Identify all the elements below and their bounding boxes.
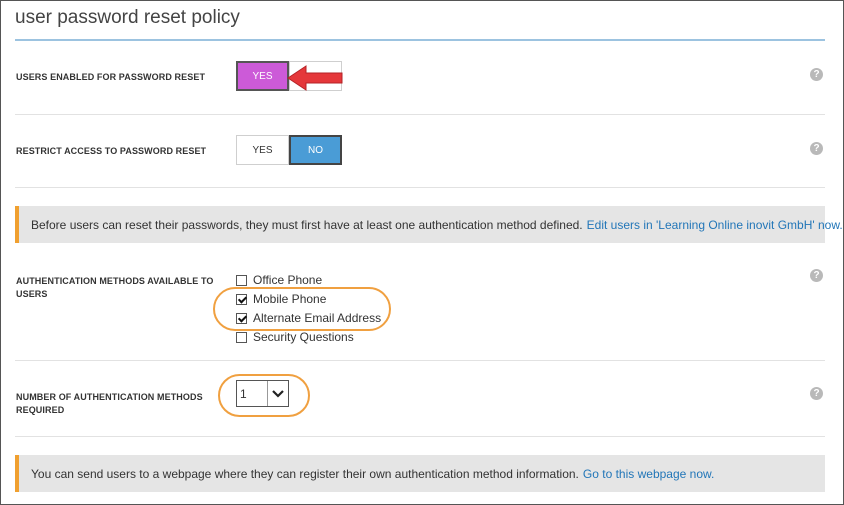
restrict-access-toggle[interactable]: YES NO (236, 135, 342, 165)
divider (15, 187, 825, 188)
highlight-oval (213, 287, 391, 331)
num-methods-label: NUMBER OF AUTHENTICATION METHODS REQUIRE… (16, 392, 203, 415)
info-banner-auth-required: Before users can reset their passwords, … (15, 206, 843, 243)
divider (15, 114, 825, 115)
checkbox-icon[interactable] (236, 331, 247, 343)
checkbox-icon[interactable] (236, 274, 247, 286)
restrict-access-label: RESTRICT ACCESS TO PASSWORD RESET (16, 146, 207, 156)
banner-text: You can send users to a webpage where th… (31, 466, 579, 481)
banner-text: Before users can reset their passwords, … (31, 217, 583, 232)
help-icon[interactable]: ? (810, 387, 823, 400)
checkbox-label: Office Phone (253, 273, 323, 287)
divider (15, 436, 825, 437)
page-title: user password reset policy (15, 7, 240, 28)
help-icon[interactable]: ? (810, 269, 823, 282)
highlight-oval (218, 374, 310, 417)
help-icon[interactable]: ? (810, 68, 823, 81)
restrict-access-yes-button[interactable]: YES (236, 135, 289, 165)
info-banner-register: You can send users to a webpage where th… (15, 455, 825, 492)
title-underline (15, 39, 825, 41)
go-to-webpage-link[interactable]: Go to this webpage now. (583, 467, 714, 481)
annotation-arrow-icon (287, 65, 343, 91)
users-enabled-label: USERS ENABLED FOR PASSWORD RESET (16, 72, 206, 82)
restrict-access-no-button[interactable]: NO (289, 135, 342, 165)
checkbox-label: Security Questions (253, 330, 354, 344)
auth-methods-label: AUTHENTICATION METHODS AVAILABLE TO USER… (16, 276, 214, 299)
help-icon[interactable]: ? (810, 142, 823, 155)
divider (15, 360, 825, 361)
edit-users-link[interactable]: Edit users in 'Learning Online inovit Gm… (587, 218, 843, 232)
users-enabled-yes-button[interactable]: YES (236, 61, 289, 91)
